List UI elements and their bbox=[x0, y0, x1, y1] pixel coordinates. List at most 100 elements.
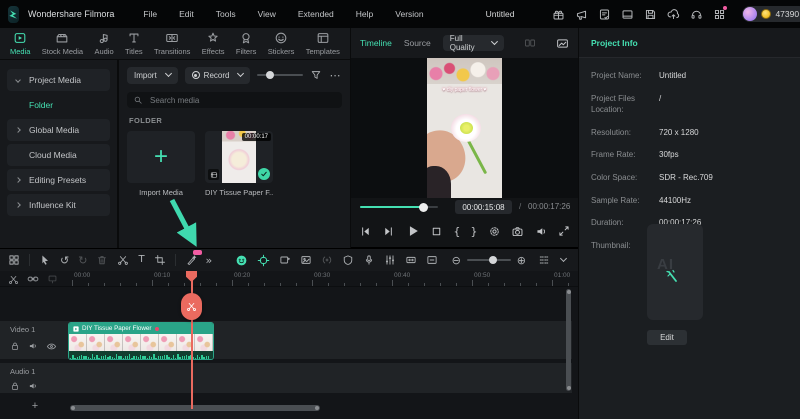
voiceover-mic-icon[interactable] bbox=[363, 254, 375, 266]
volume-icon[interactable] bbox=[535, 225, 548, 238]
seek-slider[interactable] bbox=[360, 206, 438, 208]
thumbnail-view-icon[interactable] bbox=[300, 254, 312, 266]
tab-transitions[interactable]: Transitions bbox=[154, 31, 190, 56]
undo-button[interactable]: ↺ bbox=[60, 255, 69, 266]
seek-handle[interactable] bbox=[419, 203, 428, 212]
support-icon[interactable] bbox=[689, 7, 703, 21]
apps-grid-icon[interactable] bbox=[712, 7, 726, 21]
select-tool-icon[interactable] bbox=[39, 254, 51, 266]
playback-settings-icon[interactable] bbox=[488, 225, 501, 238]
gift-icon[interactable] bbox=[551, 7, 565, 21]
render-preview-icon[interactable] bbox=[556, 37, 569, 50]
account-pill[interactable]: 47390 bbox=[742, 6, 800, 22]
menu-version[interactable]: Version bbox=[384, 5, 434, 23]
more-tools-expand[interactable]: » bbox=[206, 255, 213, 266]
tab-effects[interactable]: Effects bbox=[202, 31, 225, 56]
next-frame-button[interactable] bbox=[382, 225, 395, 238]
menu-edit[interactable]: Edit bbox=[168, 5, 205, 23]
menu-tools[interactable]: Tools bbox=[205, 5, 247, 23]
tab-timeline-preview[interactable]: Timeline bbox=[360, 38, 392, 48]
vertical-scrollbar[interactable] bbox=[566, 289, 571, 391]
tab-stock-media[interactable]: Stock Media bbox=[42, 31, 83, 56]
keyframing-tool-icon[interactable] bbox=[185, 254, 197, 266]
sidebar-item-influence-kit[interactable]: Influence Kit bbox=[7, 194, 110, 216]
horizontal-scrollbar[interactable] bbox=[70, 405, 320, 411]
menu-extended[interactable]: Extended bbox=[287, 5, 345, 23]
hide-track-icon[interactable] bbox=[46, 341, 57, 352]
zoom-out-icon[interactable]: ⊖ bbox=[452, 255, 461, 266]
search-box[interactable] bbox=[127, 92, 342, 108]
previous-frame-button[interactable] bbox=[359, 225, 372, 238]
cloud-upload-icon[interactable] bbox=[666, 7, 680, 21]
playhead-line[interactable] bbox=[191, 271, 193, 409]
audio-track-row[interactable] bbox=[0, 363, 572, 393]
motion-tracking-icon[interactable] bbox=[257, 254, 270, 267]
sidebar-item-project-media[interactable]: Project Media bbox=[7, 69, 110, 91]
current-timecode[interactable]: 00:00:15:08 bbox=[455, 200, 512, 214]
lock-track-icon[interactable] bbox=[10, 341, 20, 352]
lock-track-icon[interactable] bbox=[10, 381, 20, 391]
media-clip-tile[interactable]: 00:00:17 DIY Tissue Paper F... bbox=[205, 131, 273, 197]
fullscreen-icon[interactable] bbox=[558, 225, 570, 237]
add-track-button[interactable]: + bbox=[28, 399, 42, 413]
compare-view-icon[interactable] bbox=[524, 37, 536, 49]
auto-ripple-icon[interactable] bbox=[405, 254, 417, 266]
edit-thumbnail-button[interactable]: Edit bbox=[647, 330, 687, 345]
tab-titles[interactable]: Titles bbox=[125, 31, 143, 56]
zoom-in-icon[interactable]: ⊕ bbox=[517, 255, 526, 266]
avatar[interactable] bbox=[743, 7, 757, 21]
mask-icon[interactable] bbox=[342, 254, 354, 266]
split-scissors-icon[interactable] bbox=[117, 254, 129, 266]
audio-sync-icon[interactable] bbox=[321, 254, 333, 266]
link-clips-icon[interactable] bbox=[27, 273, 39, 285]
tab-source-preview[interactable]: Source bbox=[404, 38, 431, 48]
mark-out-button[interactable]: } bbox=[471, 225, 478, 238]
menu-file[interactable]: File bbox=[132, 5, 168, 23]
license-icon[interactable] bbox=[597, 7, 611, 21]
sidebar-item-cloud-media[interactable]: Cloud Media bbox=[7, 144, 110, 166]
stop-button[interactable] bbox=[430, 225, 443, 238]
sidebar-item-editing-presets[interactable]: Editing Presets bbox=[7, 169, 110, 191]
thumbnail-size-slider[interactable] bbox=[257, 74, 303, 76]
tab-filters[interactable]: Filters bbox=[236, 31, 256, 56]
tab-templates[interactable]: Templates bbox=[306, 31, 340, 56]
play-button[interactable] bbox=[406, 224, 420, 238]
tab-media[interactable]: Media bbox=[10, 31, 30, 56]
search-input[interactable] bbox=[148, 95, 308, 106]
redo-button[interactable]: ↻ bbox=[78, 255, 87, 266]
mute-track-icon[interactable] bbox=[28, 381, 38, 391]
add-clip-icon[interactable] bbox=[279, 254, 291, 266]
ai-assistant-icon[interactable] bbox=[235, 254, 248, 267]
sidebar-item-global-media[interactable]: Global Media bbox=[7, 119, 110, 141]
tab-stickers[interactable]: Stickers bbox=[268, 31, 295, 56]
marker-icon[interactable] bbox=[47, 274, 58, 285]
filter-icon[interactable] bbox=[310, 69, 322, 81]
quick-split-icon[interactable] bbox=[8, 274, 19, 285]
chevron-down-icon[interactable] bbox=[560, 255, 567, 262]
crop-tool-icon[interactable] bbox=[154, 254, 166, 266]
quality-selector[interactable]: Full Quality bbox=[443, 35, 504, 51]
timeline-ruler[interactable]: 00:0000:1000:2000:3000:4000:5001:00 bbox=[0, 271, 578, 287]
record-button[interactable]: Record bbox=[185, 67, 251, 84]
megaphone-icon[interactable] bbox=[574, 7, 588, 21]
mark-in-button[interactable]: { bbox=[454, 225, 461, 238]
sidebar-item-folder[interactable]: Folder bbox=[7, 94, 110, 116]
track-height-icon[interactable] bbox=[538, 254, 550, 266]
menu-view[interactable]: View bbox=[247, 5, 287, 23]
playhead-cut-button[interactable] bbox=[181, 293, 202, 320]
menu-help[interactable]: Help bbox=[345, 5, 384, 23]
save-icon[interactable] bbox=[643, 7, 657, 21]
mute-track-icon[interactable] bbox=[28, 341, 38, 352]
snapshot-icon[interactable] bbox=[511, 225, 524, 238]
delete-icon[interactable] bbox=[96, 254, 108, 266]
import-button[interactable]: Import bbox=[127, 67, 178, 84]
text-tool-icon[interactable]: T bbox=[138, 255, 144, 265]
workspace-layout-icon[interactable] bbox=[8, 254, 20, 266]
audio-mixer-icon[interactable] bbox=[384, 254, 396, 266]
tab-audio[interactable]: Audio bbox=[94, 31, 113, 56]
auto-scale-icon[interactable] bbox=[426, 254, 438, 266]
timeline-zoom-slider[interactable] bbox=[467, 259, 511, 261]
more-options-icon[interactable]: ⋯ bbox=[329, 70, 340, 81]
import-media-tile[interactable]: + Import Media bbox=[127, 131, 195, 197]
workspace-icon[interactable] bbox=[620, 7, 634, 21]
